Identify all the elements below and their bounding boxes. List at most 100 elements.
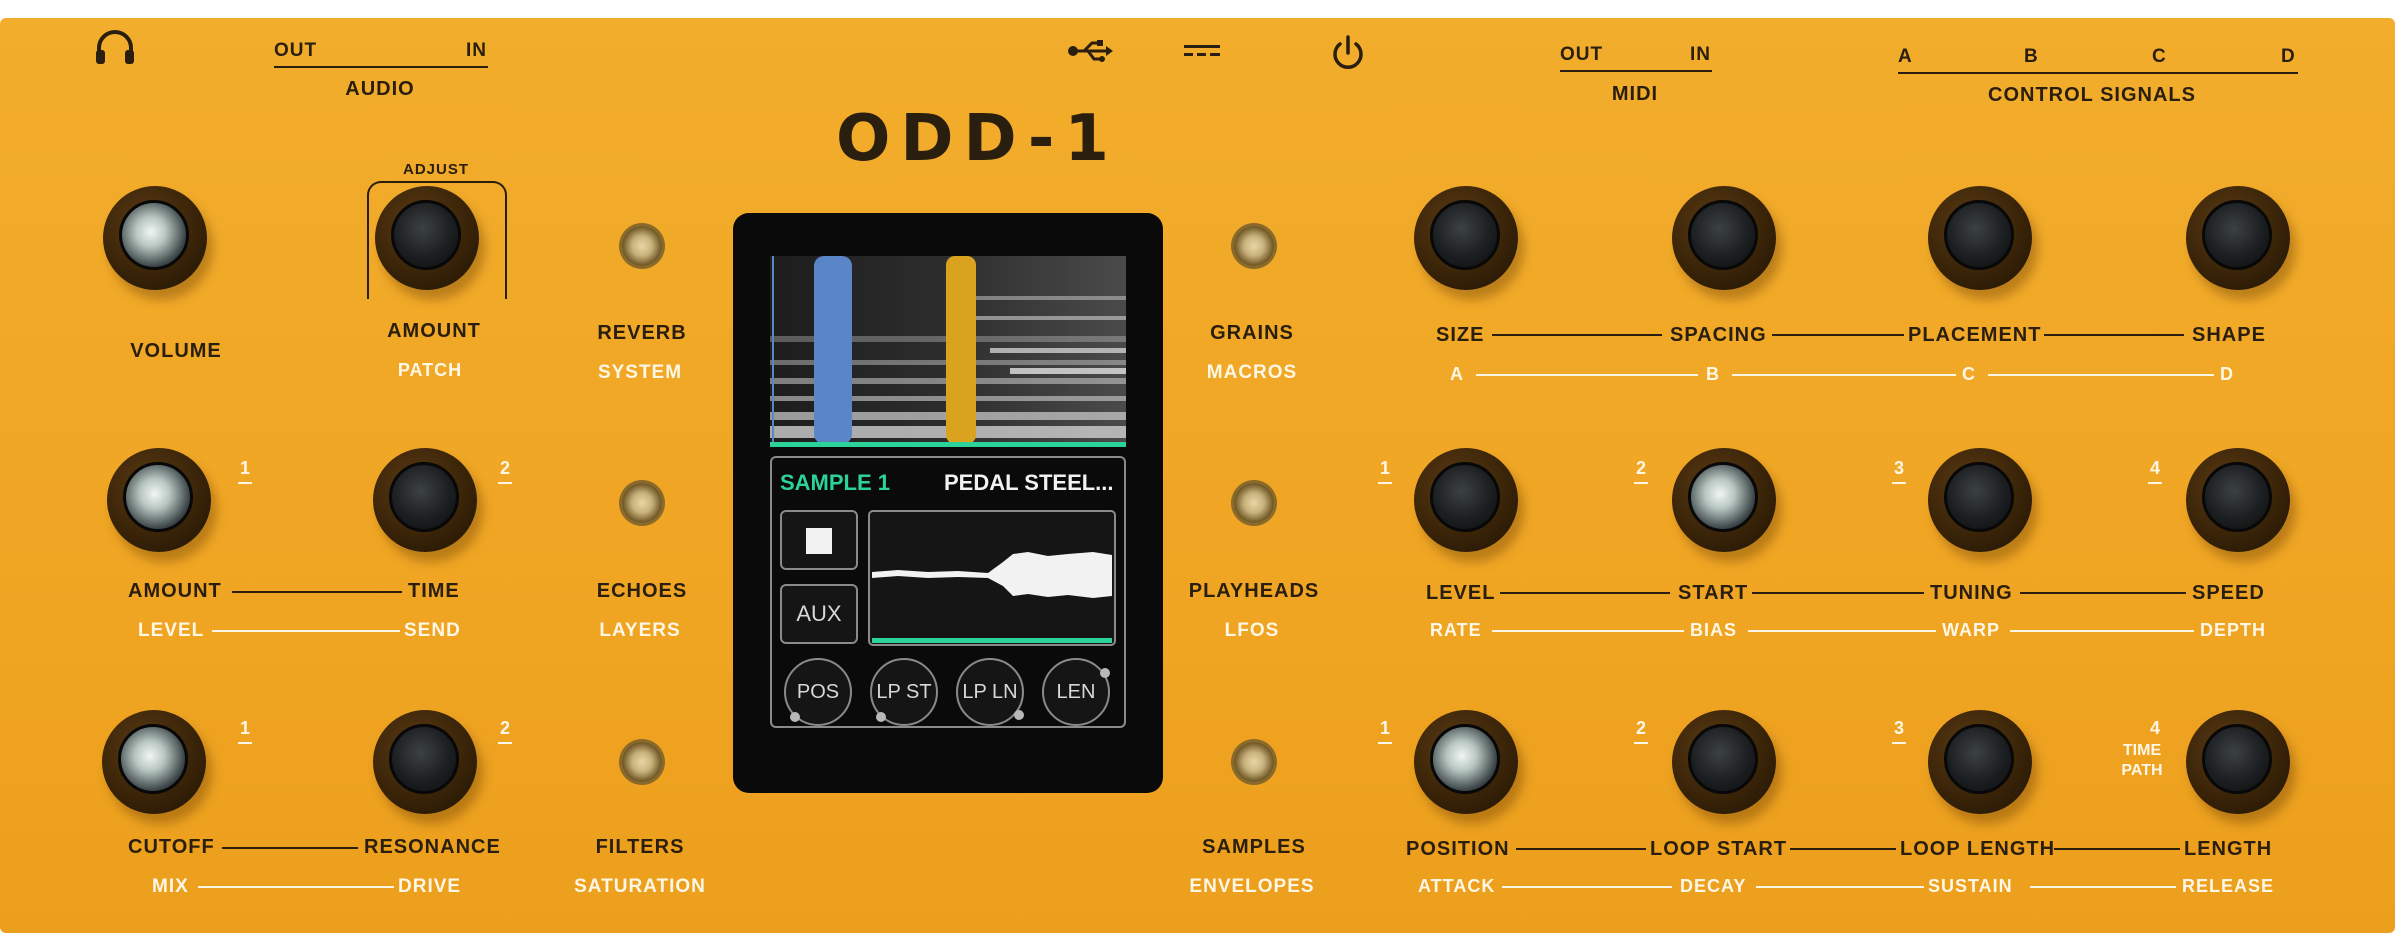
- loop-start-hw-knob[interactable]: [1672, 710, 1776, 814]
- saturation-label: SATURATION: [574, 876, 706, 897]
- depth-label: DEPTH: [2200, 620, 2267, 640]
- row3-num-1: 1: [240, 718, 252, 738]
- row3-r-bottom-line-3: [2030, 886, 2176, 888]
- length-knob-label: LEN: [1056, 681, 1096, 703]
- time-label: TIME: [408, 580, 460, 602]
- shape-label: SHAPE: [2192, 324, 2266, 346]
- waveform-display: [868, 510, 1116, 646]
- size-label: SIZE: [1436, 324, 1485, 346]
- level-knob[interactable]: [1414, 448, 1518, 552]
- r3-num-3: 3: [1894, 718, 1906, 738]
- stop-button[interactable]: [780, 510, 858, 570]
- midi-label: MIDI: [1611, 83, 1659, 105]
- power-icon: [1333, 35, 1363, 69]
- playheads-button[interactable]: [1234, 483, 1274, 523]
- row1-line-3: [2044, 334, 2184, 336]
- loop-start-knob[interactable]: LP ST: [870, 658, 938, 726]
- lfos-label: LFOS: [1224, 620, 1280, 641]
- spacing-label: SPACING: [1670, 324, 1767, 346]
- spectrogram-view: [770, 256, 1126, 447]
- audio-in-label: IN: [466, 40, 487, 61]
- row3-r-line-2: [1790, 848, 1896, 850]
- r2-mark-2: [1634, 482, 1648, 484]
- loop-length-knob[interactable]: LP LN: [956, 658, 1024, 726]
- length-knob[interactable]: LEN: [1042, 658, 1110, 726]
- send-label: SEND: [404, 620, 461, 641]
- release-label: RELEASE: [2182, 876, 2275, 896]
- echoes-label: ECHOES: [596, 580, 688, 602]
- row1-line-2: [1772, 334, 1904, 336]
- cutoff-label: CUTOFF: [128, 836, 215, 858]
- row3-r-line-1: [1516, 848, 1646, 850]
- filter-cutoff-knob[interactable]: [102, 710, 206, 814]
- row3-top-line: [222, 847, 358, 849]
- filters-button[interactable]: [622, 742, 662, 782]
- length-hw-knob[interactable]: [2186, 710, 2290, 814]
- envelopes-label: ENVELOPES: [1189, 876, 1315, 897]
- time-path-bottom-label: PATH: [2121, 762, 2163, 779]
- aux-button[interactable]: AUX: [780, 584, 858, 644]
- start-knob[interactable]: [1672, 448, 1776, 552]
- cv-divider: [1898, 72, 2298, 74]
- patch-label: PATCH: [397, 360, 463, 380]
- row2-bottom-line: [212, 630, 400, 632]
- r3-num-4: 4: [2150, 718, 2162, 738]
- r3-mark-2: [1634, 742, 1648, 744]
- size-knob[interactable]: [1414, 186, 1518, 290]
- midi-divider: [1560, 70, 1712, 72]
- r2-num-4: 4: [2150, 458, 2162, 478]
- volume-knob[interactable]: [103, 186, 207, 290]
- row3-r-bottom-line-1: [1502, 886, 1672, 888]
- r2-mark-4: [2148, 482, 2162, 484]
- bias-label: BIAS: [1690, 620, 1738, 640]
- stop-icon: [806, 528, 832, 554]
- rate-label: RATE: [1430, 620, 1482, 640]
- layers-label: LAYERS: [599, 620, 681, 641]
- reverb-time-knob[interactable]: [373, 448, 477, 552]
- pos-knob[interactable]: POS: [784, 658, 852, 726]
- adjust-knob[interactable]: [375, 186, 479, 290]
- row3-num-2: 2: [500, 718, 512, 738]
- time-path-top-label: TIME: [2122, 742, 2162, 759]
- reverb-button[interactable]: [622, 226, 662, 266]
- midi-in-label: IN: [1690, 44, 1711, 65]
- grains-button[interactable]: [1234, 226, 1274, 266]
- samples-label: SAMPLES: [1202, 836, 1306, 858]
- position-knob[interactable]: [1414, 710, 1518, 814]
- r2-num-1: 1: [1380, 458, 1392, 478]
- r3-mark-1: [1378, 742, 1392, 744]
- macro-b-label: B: [1706, 364, 1720, 384]
- speed-knob[interactable]: [2186, 448, 2290, 552]
- spacing-knob[interactable]: [1672, 186, 1776, 290]
- macro-a-label: A: [1450, 364, 1464, 384]
- placement-knob[interactable]: [1928, 186, 2032, 290]
- row2-r-bottom-line-1: [1492, 630, 1684, 632]
- loop-start-label: LOOP START: [1650, 838, 1788, 860]
- samples-button[interactable]: [1234, 742, 1274, 782]
- drive-label: DRIVE: [398, 876, 462, 897]
- row2-mark-1: [238, 482, 252, 484]
- filter-resonance-knob[interactable]: [373, 710, 477, 814]
- row3-r-line-3: [2054, 848, 2180, 850]
- adjust-label: ADJUST: [396, 161, 476, 178]
- patch-name: PEDAL STEEL...: [944, 470, 1114, 495]
- loop-length-label: LOOP LENGTH: [1900, 838, 2056, 860]
- loop-length-hw-knob[interactable]: [1928, 710, 2032, 814]
- row1-line-1: [1492, 334, 1662, 336]
- echoes-button[interactable]: [622, 483, 662, 523]
- usb-icon: [1068, 40, 1113, 62]
- tuning-knob[interactable]: [1928, 448, 2032, 552]
- midi-out-label: OUT: [1560, 44, 1604, 65]
- attack-label: ATTACK: [1418, 876, 1496, 896]
- row2-mark-2: [498, 482, 512, 484]
- reverb-amount-knob[interactable]: [107, 448, 211, 552]
- row2-num-1: 1: [240, 458, 252, 478]
- system-label: SYSTEM: [597, 362, 683, 383]
- headphone-icon: [96, 30, 134, 64]
- position-label: POSITION: [1406, 838, 1510, 860]
- row2-r-bottom-line-2: [1748, 630, 1936, 632]
- shape-knob[interactable]: [2186, 186, 2290, 290]
- row2-r-line-1: [1500, 592, 1670, 594]
- playheads-label: PLAYHEADS: [1188, 580, 1320, 602]
- cv-a-label: A: [1898, 46, 1913, 67]
